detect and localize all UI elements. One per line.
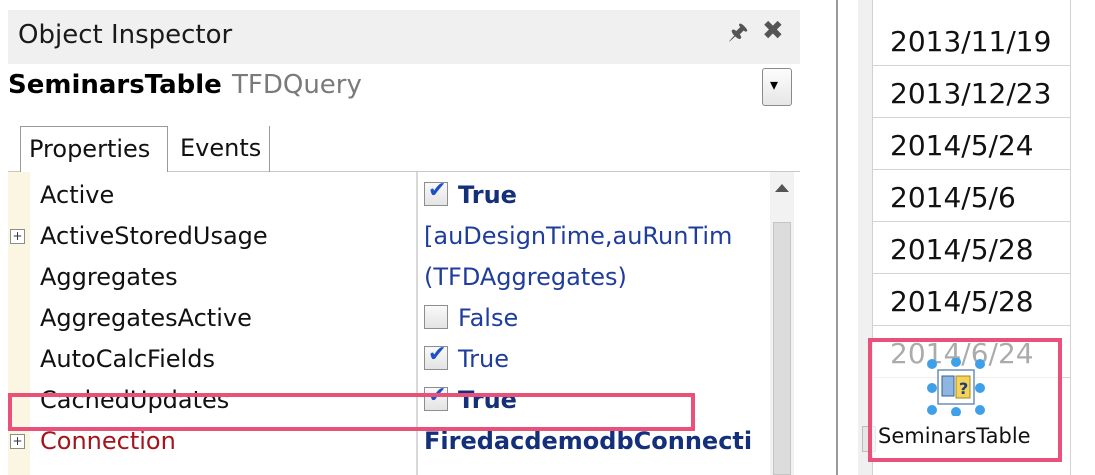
vertical-scrollbar[interactable] — [770, 172, 794, 475]
tab-events-label: Events — [180, 134, 262, 162]
scroll-thumb[interactable] — [773, 222, 791, 475]
date-cell: 2013/11/19 — [890, 25, 1052, 58]
checkmark-icon: ✔ — [428, 345, 447, 367]
grid-date-row[interactable]: 2013/12/23 — [872, 68, 1070, 118]
highlight-box-cachedupdates — [8, 393, 695, 431]
property-name: Connection — [40, 427, 176, 455]
component-name: SeminarsTable — [8, 70, 222, 100]
property-value[interactable]: ✔ True — [424, 181, 768, 209]
grid-date-row[interactable]: 2014/5/28 — [872, 224, 1070, 274]
svg-text:?: ? — [959, 379, 968, 398]
close-icon[interactable]: ✖ — [762, 18, 784, 44]
grid-date-row[interactable]: 2014/5/6 — [872, 172, 1070, 222]
expand-plus-icon[interactable]: + — [10, 229, 25, 244]
component-label: SeminarsTable — [878, 424, 1031, 448]
component-type: TFDQuery — [232, 70, 362, 100]
property-row-aggregates[interactable]: Aggregates (TFDAggregates) — [0, 258, 760, 299]
grid-date-row[interactable]: 2014/5/24 — [872, 120, 1070, 170]
property-value[interactable]: (TFDAggregates) — [424, 263, 768, 291]
property-row-aggregatesactive[interactable]: AggregatesActive False — [0, 299, 760, 340]
date-cell: 2014/5/6 — [890, 181, 1016, 214]
date-cell: 2013/12/23 — [890, 77, 1052, 110]
grid-date-row[interactable]: 2013/11/19 — [872, 16, 1070, 66]
grid-date-row[interactable]: 2014/5/28 — [872, 276, 1070, 326]
grid-column-line — [1070, 0, 1071, 475]
checkmark-icon: ✔ — [428, 181, 447, 203]
component-selector-dropdown[interactable]: ▾ — [762, 68, 792, 106]
date-cell: 2014/5/28 — [890, 233, 1034, 266]
pin-icon[interactable]: 🖈︎ — [728, 22, 748, 44]
property-value-text: FiredacdemodbConnecti — [424, 427, 753, 455]
property-name: ActiveStoredUsage — [40, 222, 268, 250]
tab-properties[interactable]: Properties — [20, 126, 168, 172]
object-inspector-panel: Object Inspector 🖈︎ ✖ SeminarsTable TFDQ… — [0, 0, 800, 475]
date-cell: 2014/5/24 — [890, 129, 1034, 162]
panel-title: Object Inspector — [18, 20, 233, 50]
property-name: Aggregates — [40, 263, 178, 291]
property-checkbox[interactable]: ✔ — [424, 181, 448, 206]
property-value-text: True — [458, 181, 517, 209]
property-row-activestoredusage[interactable]: + ActiveStoredUsage [auDesignTime,auRunTim — [0, 217, 760, 258]
tab-events[interactable]: Events — [172, 126, 271, 172]
property-value[interactable]: FiredacdemodbConnecti — [424, 427, 768, 455]
scroll-up-icon[interactable] — [775, 184, 789, 192]
property-name: AutoCalcFields — [40, 345, 215, 373]
chevron-down-icon: ▾ — [770, 75, 779, 94]
property-row-autocalcfields[interactable]: AutoCalcFields ✔ True — [0, 340, 760, 381]
property-value[interactable]: False — [424, 304, 768, 332]
tab-properties-label: Properties — [29, 135, 151, 163]
property-name: AggregatesActive — [40, 304, 252, 332]
property-value-text: True — [458, 345, 509, 373]
property-value[interactable]: ✔ True — [424, 345, 768, 373]
property-name: Active — [40, 181, 115, 209]
property-checkbox[interactable] — [424, 305, 448, 329]
expand-plus-icon[interactable]: + — [10, 434, 25, 449]
property-value-text: (TFDAggregates) — [424, 263, 627, 291]
property-row-active[interactable]: Active ✔ True — [0, 176, 760, 217]
property-value-text: False — [458, 304, 519, 332]
panel-separator[interactable] — [836, 0, 838, 475]
date-cell: 2014/5/28 — [890, 285, 1034, 318]
property-checkbox[interactable]: ✔ — [424, 345, 448, 370]
property-value-text: [auDesignTime,auRunTim — [424, 222, 733, 250]
query-component-icon[interactable]: ? — [926, 358, 986, 416]
property-value[interactable]: [auDesignTime,auRunTim — [424, 222, 768, 250]
